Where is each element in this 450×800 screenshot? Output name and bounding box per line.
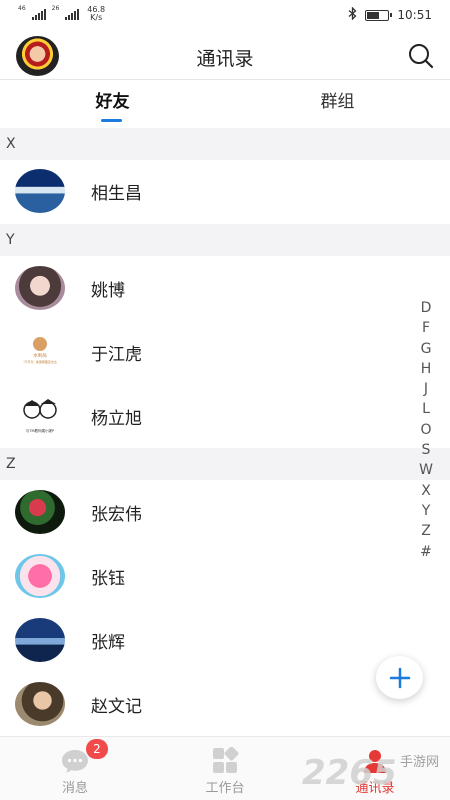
- tab-groups[interactable]: 群组: [225, 81, 450, 128]
- signal-icon: [65, 8, 80, 20]
- index-letter[interactable]: O: [416, 420, 436, 440]
- contact-name: 张宏伟: [91, 505, 142, 525]
- contact-avatar: 与TM着你嫂小妮P: [15, 394, 65, 438]
- index-letter[interactable]: F: [416, 318, 436, 338]
- contact-avatar: [15, 618, 65, 662]
- avatar-comic-caption: 与TM着你嫂小妮P: [26, 428, 54, 433]
- contact-avatar: [15, 490, 65, 534]
- contact-name: 张辉: [91, 633, 125, 653]
- grid-icon: [210, 746, 240, 775]
- contact-item[interactable]: 张辉: [0, 608, 410, 672]
- plus-icon: [389, 667, 410, 688]
- contact-avatar: [15, 682, 65, 726]
- section-header-y: Y: [0, 224, 450, 256]
- index-letter[interactable]: S: [416, 440, 436, 460]
- unread-badge: 2: [86, 739, 108, 759]
- index-letter[interactable]: Y: [416, 501, 436, 521]
- sim1-label: 46: [18, 5, 26, 12]
- index-letter[interactable]: D: [416, 298, 436, 318]
- index-letter[interactable]: #: [416, 542, 436, 562]
- contact-item[interactable]: 与TM着你嫂小妮P 杨立旭: [0, 384, 410, 448]
- nav-contacts[interactable]: 通讯录: [300, 737, 450, 800]
- contact-name: 相生昌: [91, 184, 142, 204]
- index-letter[interactable]: G: [416, 339, 436, 359]
- contact-name: 杨立旭: [91, 409, 142, 429]
- contact-item[interactable]: 姚博: [0, 256, 410, 320]
- nav-label: 通讯录: [355, 781, 395, 796]
- clock: 10:51: [397, 8, 432, 22]
- contact-item[interactable]: 张宏伟: [0, 480, 410, 544]
- contact-avatar: [15, 169, 65, 213]
- index-letter[interactable]: X: [416, 481, 436, 501]
- index-letter[interactable]: J: [416, 379, 436, 399]
- contact-avatar: [15, 266, 65, 310]
- nav-workbench[interactable]: 工作台: [150, 737, 300, 800]
- contact-name: 赵文记: [91, 697, 142, 717]
- avatar-logo-subtext: "不平凡" 奥里斯图克杰达: [23, 359, 57, 364]
- index-letter[interactable]: W: [416, 460, 436, 480]
- sim2-label: 26: [51, 5, 60, 12]
- add-contact-button[interactable]: [376, 656, 423, 699]
- contact-avatar: 水利局 "不平凡" 奥里斯图克杰达: [15, 330, 65, 374]
- contact-name: 张钰: [91, 569, 125, 589]
- tab-indicator: [101, 119, 122, 122]
- nav-label: 工作台: [205, 781, 245, 796]
- status-bar: 46 26 46.8 K/s 10:51: [0, 0, 450, 30]
- avatar-logo-text: 水利局: [33, 352, 47, 359]
- contact-name: 姚博: [91, 281, 125, 301]
- index-letter[interactable]: H: [416, 359, 436, 379]
- bluetooth-icon: [348, 6, 357, 23]
- contact-item[interactable]: 相生昌: [0, 159, 410, 223]
- index-letter[interactable]: Z: [416, 521, 436, 541]
- alphabet-index[interactable]: D F G H J L O S W X Y Z #: [416, 298, 436, 562]
- contact-item[interactable]: 水利局 "不平凡" 奥里斯图克杰达 于江虎: [0, 320, 410, 384]
- nav-label: 消息: [61, 781, 88, 796]
- network-speed-unit: K/s: [90, 13, 103, 22]
- index-letter[interactable]: L: [416, 399, 436, 419]
- app-header: 通讯录: [0, 30, 450, 80]
- contact-item[interactable]: 赵文记: [0, 672, 410, 736]
- signal-icon: [31, 8, 46, 20]
- section-header-x: X: [0, 128, 450, 160]
- battery-icon: [365, 9, 393, 21]
- contact-tabs: 好友 群组: [0, 81, 450, 128]
- nav-messages[interactable]: 2 消息: [0, 737, 150, 800]
- section-header-z: Z: [0, 448, 450, 480]
- contact-name: 于江虎: [91, 345, 142, 365]
- search-icon[interactable]: [407, 42, 435, 70]
- contact-avatar: [15, 554, 65, 598]
- contact-item[interactable]: 张钰: [0, 544, 410, 608]
- page-title: 通讯录: [196, 48, 254, 70]
- bottom-nav: 2 消息 工作台 通讯录: [0, 736, 450, 800]
- contacts-icon: [360, 747, 390, 775]
